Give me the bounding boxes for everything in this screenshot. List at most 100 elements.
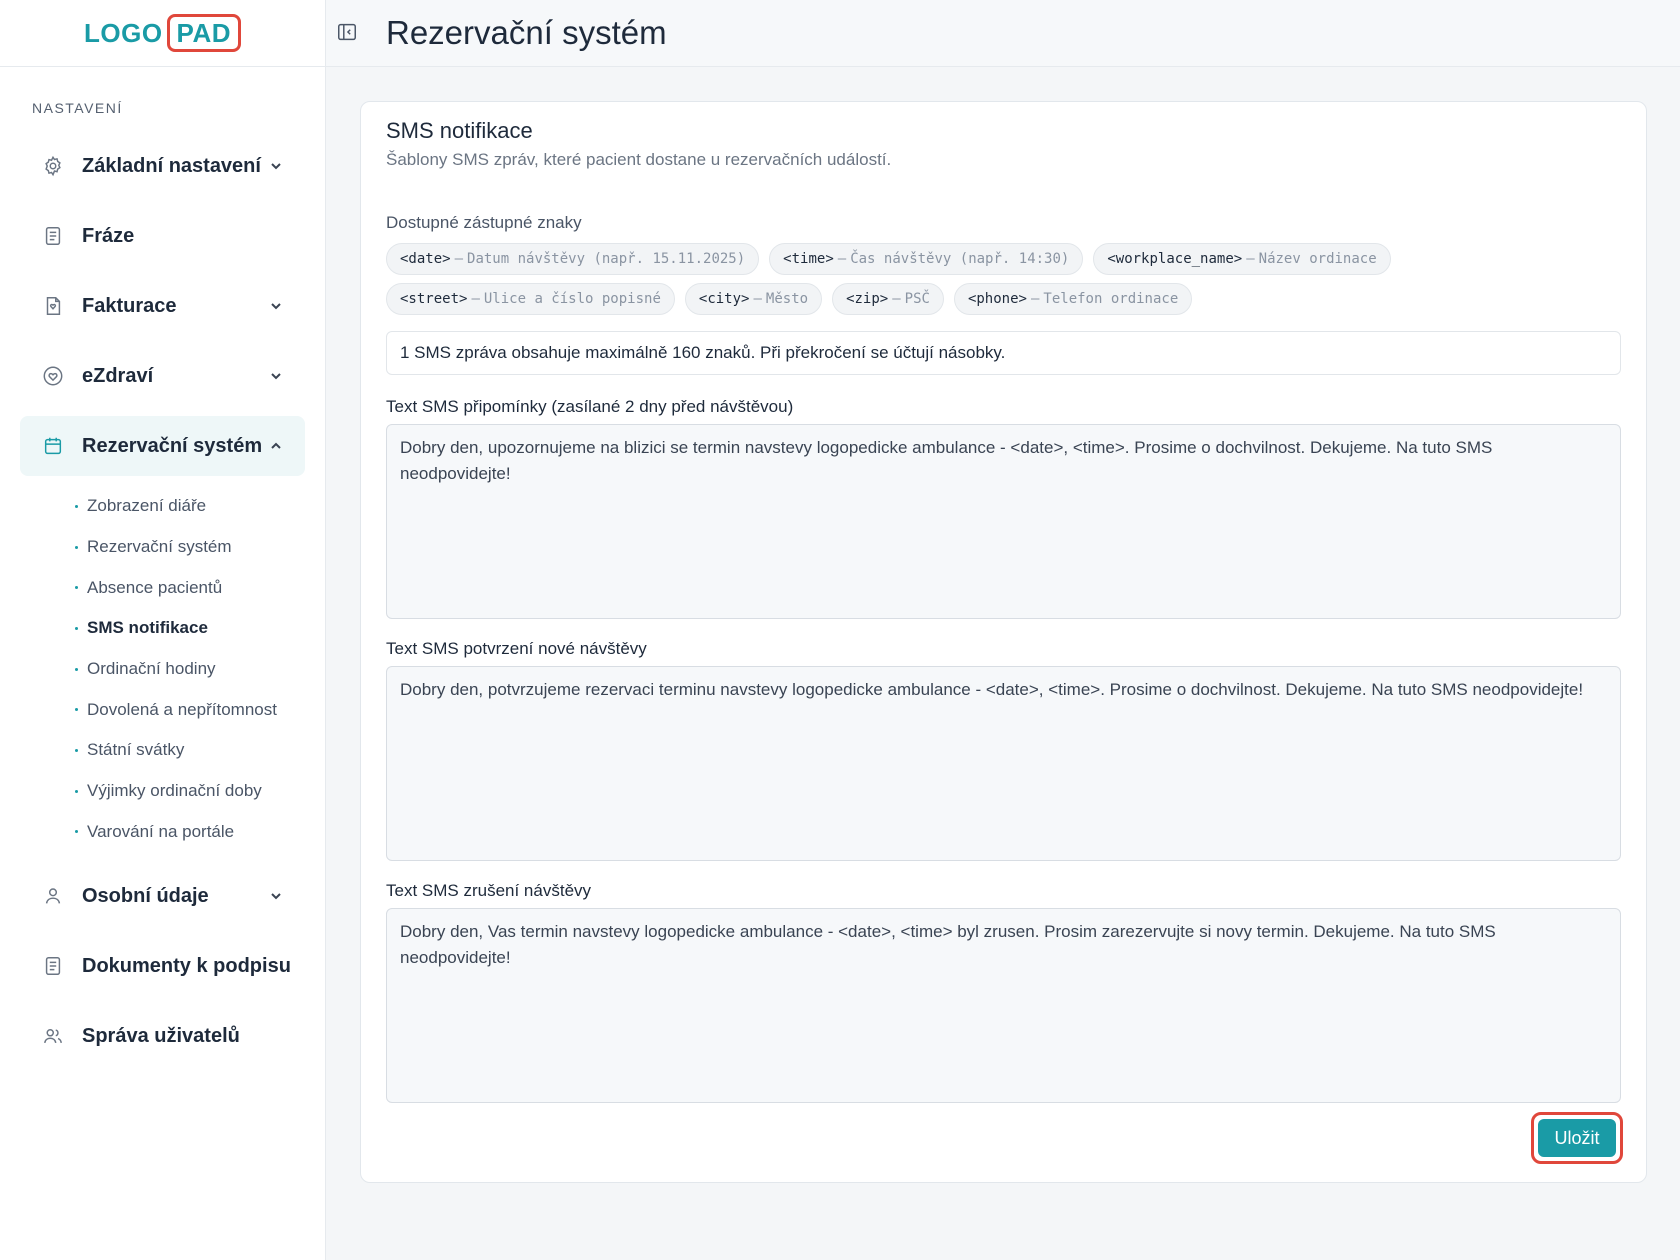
chip-desc: Datum návštěvy (např. 15.11.2025) <box>467 251 746 267</box>
subnav-item-ordinacni-hodiny[interactable]: Ordinační hodiny <box>75 649 305 690</box>
chip-desc: Ulice a číslo popisné <box>483 291 661 307</box>
chip-tag: <workplace_name> <box>1107 251 1243 267</box>
card-subtitle: Šablony SMS zpráv, které pacient dostane… <box>386 150 892 169</box>
chevron-down-icon <box>269 889 283 903</box>
invoice-icon <box>42 295 64 317</box>
sms-length-info: 1 SMS zpráva obsahuje maximálně 160 znak… <box>386 331 1621 375</box>
sidebar-item-zakladni-nastaveni[interactable]: Základní nastavení <box>20 136 305 196</box>
user-icon <box>42 885 64 907</box>
placeholder-chip-workplace[interactable]: <workplace_name> – Název ordinace <box>1093 243 1391 275</box>
document-icon <box>42 225 64 247</box>
users-icon <box>42 1025 64 1047</box>
chip-tag: <time> <box>783 251 834 267</box>
sidebar-item-label: Fakturace <box>82 294 177 317</box>
confirmation-sms-label: Text SMS potvrzení nové návštěvy <box>386 639 647 658</box>
bullet-dot <box>75 504 78 508</box>
chip-desc: Název ordinace <box>1258 251 1377 267</box>
chip-dash: – <box>471 291 480 307</box>
gear-icon <box>42 155 64 177</box>
placeholder-chip-time[interactable]: <time> – Čas návštěvy (např. 14:30) <box>769 243 1084 275</box>
subnav-item-label: Výjimky ordinační doby <box>87 781 262 801</box>
sidebar-item-sprava-uzivatelu[interactable]: Správa uživatelů <box>20 1006 305 1066</box>
bullet-dot <box>75 626 78 630</box>
chip-desc: PSČ <box>904 291 930 307</box>
placeholder-chip-date[interactable]: <date> – Datum návštěvy (např. 15.11.2025) <box>386 243 760 275</box>
subnav-item-vyjimky[interactable]: Výjimky ordinační doby <box>75 771 305 812</box>
subnav-item-label: Dovolená a nepřítomnost <box>87 699 277 719</box>
sidebar-item-dokumenty[interactable]: Dokumenty k podpisu <box>20 936 305 996</box>
bullet-dot <box>75 789 78 793</box>
logo-bar: LOGO PAD <box>0 0 325 67</box>
bullet-dot <box>75 708 78 712</box>
card-title: SMS notifikace <box>386 118 533 143</box>
sms-notifications-card: SMS notifikace Šablony SMS zpráv, které … <box>360 101 1647 1183</box>
chip-tag: <city> <box>698 291 750 307</box>
chip-tag: <phone> <box>967 291 1027 307</box>
reminder-sms-textarea[interactable]: Dobry den, upozornujeme na blizici se te… <box>386 424 1621 619</box>
subnav-item-label: Státní svátky <box>87 740 185 760</box>
subnav-item-dovolena[interactable]: Dovolená a nepřítomnost <box>75 689 305 730</box>
settings-nav: Základní nastavení Fráze Fakturace eZdra… <box>20 136 305 1076</box>
sidebar-item-label: Osobní údaje <box>82 884 209 907</box>
subnav-item-rezervacni-system[interactable]: Rezervační systém <box>75 527 305 568</box>
chip-desc: Telefon ordinace <box>1043 291 1179 307</box>
sidebar-toggle-icon[interactable] <box>336 21 360 45</box>
sidebar-item-fakturace[interactable]: Fakturace <box>20 276 305 336</box>
logo[interactable]: LOGO PAD <box>83 14 242 52</box>
chip-tag: <zip> <box>846 291 889 307</box>
chevron-down-icon <box>269 159 283 173</box>
reminder-sms-label: Text SMS připomínky (zasílané 2 dny před… <box>386 397 794 416</box>
chip-dash: – <box>892 291 901 307</box>
chevron-down-icon <box>269 299 283 313</box>
logo-text-part1: LOGO <box>83 17 163 48</box>
calendar-icon <box>42 435 64 457</box>
cancellation-sms-textarea[interactable]: Dobry den, Vas termin navstevy logopedic… <box>386 908 1621 1103</box>
chip-row: <date> – Datum návštěvy (např. 15.11.2025)… <box>386 243 1626 275</box>
sidebar-item-label: Fráze <box>82 224 135 247</box>
bullet-dot <box>75 667 78 671</box>
subnav-item-varovani[interactable]: Varování na portále <box>75 812 305 853</box>
sidebar-item-label: Rezervační systém <box>82 434 263 457</box>
placeholder-chip-zip[interactable]: <zip> – PSČ <box>832 283 944 315</box>
sidebar-item-label: Základní nastavení <box>82 154 261 177</box>
logo-text-part2: PAD <box>166 14 242 52</box>
subnav-item-sms-notifikace[interactable]: SMS notifikace <box>75 608 305 649</box>
subnav-item-label: Ordinační hodiny <box>87 659 216 679</box>
placeholder-chip-phone[interactable]: <phone> – Telefon ordinace <box>953 283 1193 315</box>
confirmation-sms-textarea[interactable]: Dobry den, potvrzujeme rezervaci terminu… <box>386 666 1621 861</box>
document-icon <box>42 955 64 977</box>
subnav-rezervacni-system: Zobrazení diáře Rezervační systém Absenc… <box>20 486 305 852</box>
bullet-dot <box>75 586 78 590</box>
page-header: Rezervační systém <box>326 0 1680 67</box>
sidebar-item-rezervacni-system[interactable]: Rezervační systém <box>20 416 305 476</box>
save-button-highlight: Uložit <box>1531 1112 1623 1164</box>
subnav-item-label: SMS notifikace <box>87 618 208 638</box>
bullet-dot <box>75 830 78 834</box>
bullet-dot <box>75 545 78 549</box>
sidebar-item-osobni-udaje[interactable]: Osobní údaje <box>20 866 305 926</box>
chip-dash: – <box>753 291 762 307</box>
chip-tag: <date> <box>400 251 451 267</box>
chevron-down-icon <box>269 369 283 383</box>
sidebar-item-label: Dokumenty k podpisu <box>82 954 291 977</box>
sidebar-item-ezdravi[interactable]: eZdraví <box>20 346 305 406</box>
sidebar-item-label: eZdraví <box>82 364 154 387</box>
bullet-dot <box>75 748 78 752</box>
page-title: Rezervační systém <box>386 14 667 51</box>
sidebar-item-label: Správa uživatelů <box>82 1024 240 1047</box>
sidebar: LOGO PAD NASTAVENÍ Základní nastavení Fr… <box>0 0 326 1260</box>
subnav-item-label: Rezervační systém <box>87 537 232 557</box>
placeholder-chips: <date> – Datum návštěvy (např. 15.11.2025)… <box>386 243 1626 323</box>
chip-row: <street> – Ulice a číslo popisné <city> – Mě… <box>386 283 1626 315</box>
save-button[interactable]: Uložit <box>1538 1119 1616 1157</box>
chip-dash: – <box>837 251 847 267</box>
subnav-item-zobrazeni-diare[interactable]: Zobrazení diáře <box>75 486 305 527</box>
sidebar-item-fraze[interactable]: Fráze <box>20 206 305 266</box>
subnav-item-absence-pacientu[interactable]: Absence pacientů <box>75 567 305 608</box>
cancellation-sms-label: Text SMS zrušení návštěvy <box>386 881 592 900</box>
placeholder-chip-street[interactable]: <street> – Ulice a číslo popisné <box>386 283 675 315</box>
placeholder-chip-city[interactable]: <city> – Město <box>684 283 823 315</box>
subnav-item-statni-svatky[interactable]: Státní svátky <box>75 730 305 771</box>
subnav-item-label: Zobrazení diáře <box>87 496 207 516</box>
chevron-up-icon <box>269 439 283 453</box>
